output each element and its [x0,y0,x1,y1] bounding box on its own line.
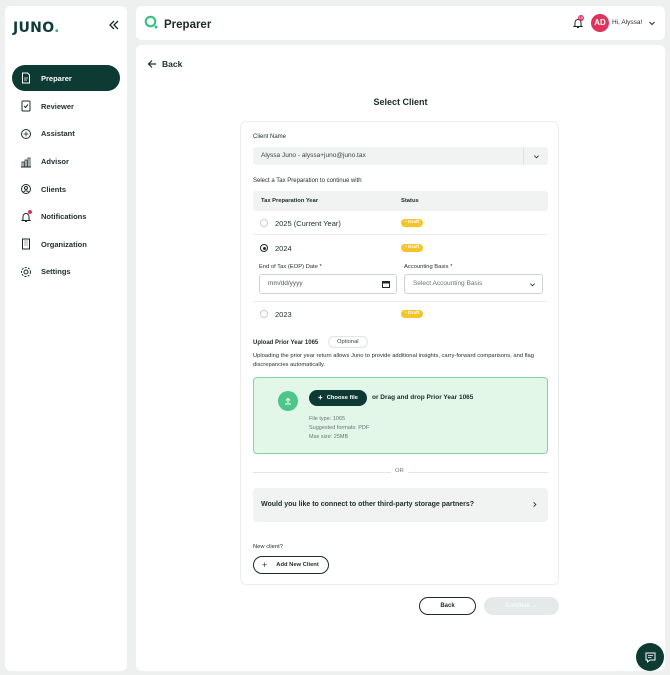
eop-date-label: End of Tax (EOP) Date * [259,264,322,270]
date-placeholder: mm/dd/yyyy [268,280,303,287]
sidebar: JUNO. Preparer Reviewer Assistant Adviso… [5,6,127,671]
assistant-icon [20,128,41,140]
client-name-select[interactable]: Alyssa Juno - alyssa+juno@juno.tax [253,147,548,165]
sidebar-item-label: Notifications [41,212,87,222]
year-radio[interactable] [260,244,268,252]
building-icon [20,238,41,250]
accounting-basis-label: Accounting Basis * [404,264,453,270]
arrow-left-icon [147,60,156,68]
continue-button[interactable]: Continue → [484,597,559,615]
eop-date-input[interactable]: mm/dd/yyyy [259,274,397,294]
sidebar-item-preparer[interactable]: Preparer [12,65,120,91]
new-client-label: New client? [253,544,283,550]
review-icon [20,100,41,112]
upload-description: Uploading the prior year return allows J… [253,353,534,368]
row-year: 2024 [275,244,292,253]
sidebar-item-notifications[interactable]: Notifications [12,203,120,231]
or-divider-label: OR [391,468,408,474]
upload-icon [278,391,298,411]
third-party-label: Would you like to connect to other third… [261,501,475,508]
page-title: Select Client [373,97,428,107]
chevron-down-icon[interactable] [648,19,656,27]
continue-label: Continue [505,603,530,609]
accounting-basis-select[interactable]: Select Accounting Basis [404,274,543,294]
sidebar-item-label: Advisor [41,157,69,167]
add-new-client-button[interactable]: + Add New Client [253,556,329,574]
column-header-year: Tax Preparation Year [261,198,319,204]
chevron-down-icon [530,283,535,287]
row-year: 2023 [275,310,292,319]
sidebar-item-label: Settings [41,267,71,277]
juno-logo[interactable]: JUNO. [13,20,60,36]
bell-icon [20,209,41,223]
back-button[interactable]: Back [419,597,476,615]
choose-file-label: Choose file [326,395,358,401]
sidebar-nav: Preparer Reviewer Assistant Advisor Clie… [12,65,120,286]
back-link[interactable]: Back [147,59,182,69]
calendar-icon[interactable] [382,280,390,288]
client-name-label: Client Name [253,134,287,140]
preparer-logo-icon [144,15,158,34]
max-size-text: Max size: 25MB [309,434,349,440]
avatar[interactable]: AD [591,14,609,32]
basis-placeholder: Select Accounting Basis [413,280,483,287]
main-content: Back Select Client Client Name Alyssa Ju… [136,45,665,671]
sidebar-item-settings[interactable]: Settings [12,258,120,286]
sidebar-item-organization[interactable]: Organization [12,231,120,259]
column-header-status: Status [401,198,419,204]
back-label: Back [162,59,183,69]
sidebar-item-label: Preparer [41,73,72,83]
tax-prep-prompt: Select a Tax Preparation to continue wit… [253,178,362,184]
table-row[interactable]: 2024 • Draft [253,236,548,260]
file-dropzone[interactable]: + Choose file or Drag and drop Prior Year… [253,377,548,454]
year-radio[interactable] [260,310,268,318]
page-header-title: Preparer [164,18,212,31]
choose-file-button[interactable]: + Choose file [309,390,367,406]
file-type-text: File type: 1065 [309,416,346,422]
sidebar-item-label: Reviewer [41,101,74,111]
sidebar-item-label: Clients [41,184,67,194]
chat-button[interactable] [636,643,664,671]
table-row[interactable]: 2023 • Draft [253,301,548,325]
year-radio[interactable] [260,219,268,227]
sidebar-item-reviewer[interactable]: Reviewer [12,93,120,121]
user-greeting[interactable]: Hi, Alyssa! [612,19,642,26]
third-party-storage-link[interactable]: Would you like to connect to other third… [253,488,548,522]
chart-icon [20,156,41,168]
sidebar-item-assistant[interactable]: Assistant [12,120,120,148]
chat-icon [645,652,655,663]
status-badge: • Draft [401,310,424,318]
suggested-formats-text: Suggested formats: PDF [309,425,370,431]
row-year: 2025 (Current Year) [275,219,341,228]
header-title-group: Preparer [144,15,211,34]
plus-icon: + [318,393,323,402]
collapse-sidebar-icon[interactable] [107,18,121,32]
clients-icon [20,183,41,195]
notification-dot [28,209,32,214]
status-badge: • Draft [401,244,424,252]
client-dropdown-toggle[interactable] [523,147,548,165]
table-row[interactable]: 2025 (Current Year) • Draft [253,211,548,235]
plus-icon: + [262,559,268,570]
sidebar-item-clients[interactable]: Clients [12,175,120,203]
chevron-right-icon [533,502,537,507]
select-client-card: Client Name Alyssa Juno - alyssa+juno@ju… [240,121,559,585]
drag-drop-text: or Drag and drop Prior Year 1065 [372,394,474,401]
sidebar-item-label: Organization [41,239,87,249]
top-header: Preparer 15 AD Hi, Alyssa! [136,6,665,40]
notification-count-badge: 15 [578,15,584,21]
status-badge: • Draft [401,219,424,227]
sidebar-item-advisor[interactable]: Advisor [12,148,120,176]
tax-prep-table-header: Tax Preparation Year Status [253,191,548,211]
upload-title: Upload Prior Year 1065 [253,340,319,346]
gear-icon [20,266,41,278]
chevron-down-icon [533,154,539,158]
sidebar-item-label: Assistant [41,129,75,139]
document-icon [20,72,41,84]
optional-tag: Optional [328,336,368,348]
add-client-label: Add New Client [276,562,319,568]
client-select-value: Alyssa Juno - alyssa+juno@juno.tax [261,152,366,159]
